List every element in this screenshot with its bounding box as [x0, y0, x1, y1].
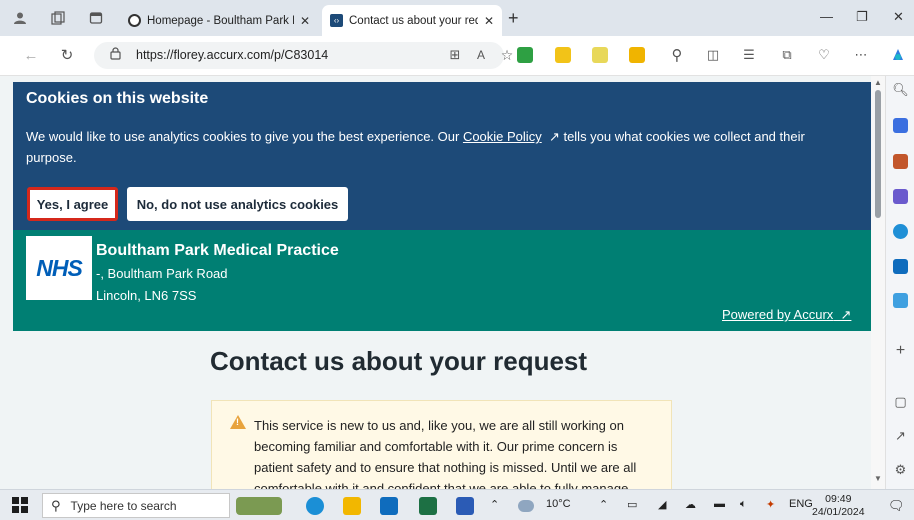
cookie-text: We would like to use analytics cookies t…	[26, 129, 463, 144]
extension-check-icon[interactable]	[517, 47, 533, 63]
tab-title: Contact us about your request	[349, 14, 478, 27]
windows-start-icon[interactable]	[12, 497, 30, 515]
scroll-thumb[interactable]	[875, 90, 881, 218]
close-tab-icon[interactable]: ✕	[300, 14, 310, 28]
favorites-icon[interactable]: ☰	[740, 46, 758, 64]
address-line-2: Lincoln, LN6 7SS	[96, 288, 197, 303]
page-scrollbar[interactable]: ▲ ▼	[871, 76, 885, 489]
nhs-logo: NHS	[26, 236, 92, 300]
browser-essentials-icon[interactable]: ♡	[815, 46, 833, 64]
extension-search-icon[interactable]	[592, 47, 608, 63]
outlook-icon[interactable]	[893, 259, 908, 274]
hide-sidebar-icon[interactable]: ▢	[893, 394, 908, 409]
settings-gear-icon[interactable]: ⚙	[893, 462, 908, 477]
close-window-icon[interactable]: ✕	[893, 9, 904, 25]
tab-actions-icon[interactable]	[88, 10, 104, 26]
page-viewport: Cookies on this website We would like to…	[0, 76, 885, 489]
shopping-icon[interactable]	[893, 118, 908, 133]
cookie-heading: Cookies on this website	[26, 90, 209, 107]
cookie-policy-link[interactable]: Cookie Policy	[463, 129, 542, 144]
external-link-icon: ↗	[840, 307, 852, 322]
tab-strip: Homepage - Boultham Park Med ✕ ‹› Contac…	[0, 0, 914, 36]
network-icon[interactable]: ◢	[658, 498, 666, 511]
accurx-favicon-icon: ‹›	[330, 14, 343, 27]
windows-taskbar: ⚲ Type here to search ⌃ 10°C ⌃ ▭ ◢ ☁ ▬ 🔈…	[0, 489, 914, 520]
page-title: Contact us about your request	[210, 346, 588, 376]
address-bar[interactable]: https://florey.accurx.com/p/C83014	[94, 42, 504, 69]
meeting-icon[interactable]: ▬	[714, 498, 725, 510]
split-screen-icon[interactable]: ◫	[704, 46, 722, 64]
more-menu-icon[interactable]: ⋯	[852, 46, 870, 64]
app-available-icon[interactable]: ⊞	[446, 46, 464, 64]
extension-grammarly-icon[interactable]	[555, 47, 571, 63]
refresh-icon[interactable]: ↻	[58, 46, 76, 64]
extensions-icon[interactable]: ⚲	[668, 46, 686, 64]
address-line-1: -, Boultham Park Road	[96, 266, 228, 281]
outlook-taskbar-icon[interactable]	[380, 497, 398, 515]
drop-icon[interactable]	[893, 293, 908, 308]
profile-icon[interactable]	[12, 10, 28, 26]
word-taskbar-icon[interactable]	[456, 497, 474, 515]
copilot-icon[interactable]	[889, 46, 907, 64]
taskbar-search[interactable]: ⚲ Type here to search	[42, 493, 230, 518]
microsoft-365-icon[interactable]	[893, 224, 908, 239]
decline-button[interactable]: No, do not use analytics cookies	[127, 187, 348, 221]
tab-title: Homepage - Boultham Park Med	[147, 14, 294, 27]
external-link-icon: ↗	[548, 129, 560, 144]
powered-by-link[interactable]: Powered by Accurx ↗	[722, 307, 851, 323]
extension-notes-icon[interactable]	[629, 47, 645, 63]
close-tab-icon[interactable]: ✕	[484, 14, 494, 28]
scroll-up-icon[interactable]: ▲	[874, 78, 882, 87]
favorite-star-icon[interactable]: ☆	[498, 46, 516, 64]
volume-icon[interactable]: 🔈︎	[740, 498, 747, 511]
search-icon[interactable]: 🔍︎	[892, 82, 909, 97]
read-aloud-icon[interactable]: A	[472, 46, 490, 64]
weather-icon[interactable]	[518, 500, 534, 512]
notice-box: ! This service is new to us and, like yo…	[211, 400, 672, 489]
games-icon[interactable]	[893, 189, 908, 204]
minimize-icon[interactable]: —	[820, 9, 833, 24]
new-tab-icon[interactable]: +	[508, 8, 519, 29]
tab-contact[interactable]: ‹› Contact us about your request ✕	[322, 5, 502, 36]
collections-icon[interactable]: ⧉	[778, 46, 796, 64]
edge-taskbar-icon[interactable]	[306, 497, 324, 515]
edge-sidebar: 🔍︎ + ▢ ↗ ⚙	[885, 76, 914, 489]
notice-text: This service is new to us and, like you,…	[254, 418, 637, 489]
navigation-bar: ← ↻ https://florey.accurx.com/p/C83014 ⊞…	[0, 36, 914, 76]
cloud-icon[interactable]: ☁	[685, 498, 696, 511]
agree-button[interactable]: Yes, I agree	[27, 187, 118, 221]
search-placeholder: Type here to search	[70, 498, 177, 513]
external-open-icon[interactable]: ↗	[893, 428, 908, 443]
notifications-icon[interactable]: 🗨︎	[888, 498, 905, 514]
hidden-icons-icon[interactable]: ⌃	[599, 498, 608, 511]
show-more-icon[interactable]: ⌃	[490, 498, 499, 511]
page-favicon-icon	[128, 14, 141, 27]
weather-temp[interactable]: 10°C	[546, 498, 571, 510]
restore-icon[interactable]: ❐	[856, 9, 868, 25]
tools-icon[interactable]	[893, 154, 908, 169]
cookie-banner: Cookies on this website We would like to…	[13, 82, 871, 230]
scroll-down-icon[interactable]: ▼	[874, 474, 882, 483]
file-explorer-icon[interactable]	[343, 497, 361, 515]
tab-homepage[interactable]: Homepage - Boultham Park Med ✕	[120, 5, 318, 36]
practice-header: NHS Boultham Park Medical Practice -, Bo…	[13, 230, 871, 331]
workspaces-icon[interactable]	[50, 10, 66, 26]
cookie-message: We would like to use analytics cookies t…	[26, 126, 856, 168]
excel-taskbar-icon[interactable]	[419, 497, 437, 515]
focus-icon[interactable]: ✦	[766, 498, 775, 511]
search-icon: ⚲	[51, 497, 61, 513]
url-text[interactable]: https://florey.accurx.com/p/C83014	[136, 48, 328, 62]
clock-date: 24/01/2024	[812, 506, 865, 518]
add-sidebar-icon[interactable]: +	[893, 342, 908, 359]
clock-time: 09:49	[825, 493, 852, 505]
tray-app-icon[interactable]: ▭	[627, 498, 637, 511]
search-highlight-icon[interactable]	[236, 497, 282, 515]
practice-name: Boultham Park Medical Practice	[96, 242, 339, 259]
language-indicator[interactable]: ENG	[789, 498, 813, 510]
clock[interactable]: 09:49 24/01/2024	[812, 493, 865, 519]
back-icon[interactable]: ←	[22, 46, 40, 64]
lock-icon[interactable]	[110, 47, 121, 63]
